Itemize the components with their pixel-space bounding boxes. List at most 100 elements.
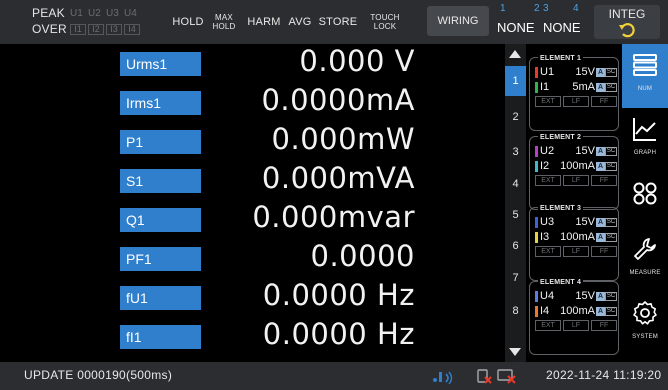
element-4-box[interactable]: ELEMENT 4 U4 15V A SC I4 100mA A SC EXT …: [529, 279, 619, 355]
sc-badge: SC: [605, 147, 617, 156]
measurement-list: Urms1 0.000 V Irms1 0.0000mA P1 0.000mW …: [0, 44, 505, 362]
element-current-row: I2 100mA A SC: [535, 160, 617, 173]
scroll-down-arrow-icon[interactable]: [509, 348, 521, 356]
measurement-row: S1 0.000mVA: [0, 161, 505, 201]
current-name: I1: [540, 81, 550, 93]
harm-button[interactable]: HARM: [246, 5, 282, 39]
nav-graph[interactable]: GRAPH: [622, 108, 668, 172]
measurement-label[interactable]: PF1: [120, 247, 201, 271]
measurement-value: 0.0000mA: [261, 83, 415, 117]
current-color-bar: [535, 232, 538, 243]
avg-button[interactable]: AVG: [286, 5, 314, 39]
sc-badge: SC: [605, 218, 617, 227]
measurement-value: 0.000 V: [299, 44, 415, 78]
network-icon: [433, 371, 453, 384]
wiring-number-2: 2: [534, 3, 540, 14]
page-button-8[interactable]: 8: [505, 296, 526, 326]
voltage-range: 15V: [575, 145, 595, 157]
over-channel-i4: I4: [124, 23, 140, 35]
voltage-color-bar: [535, 291, 538, 302]
measurement-label[interactable]: Irms1: [120, 91, 201, 115]
sc-badge: SC: [605, 307, 617, 316]
peak-channel-u1: U1: [70, 7, 83, 19]
max-hold-button[interactable]: MAX HOLD: [210, 5, 238, 39]
page-button-3[interactable]: 3: [505, 137, 526, 167]
current-color-bar: [535, 306, 538, 317]
nav-measure-label: MEASURE: [629, 270, 661, 276]
ff-badge: FF: [591, 175, 617, 186]
store-button[interactable]: STORE: [318, 5, 358, 39]
element-title: ELEMENT 2: [538, 134, 584, 141]
display-error-icon: [497, 369, 516, 384]
max-hold-line1: MAX: [215, 13, 233, 22]
peak-label: PEAK: [32, 6, 65, 20]
measurement-label[interactable]: Q1: [120, 208, 201, 232]
lf-badge: LF: [563, 320, 589, 331]
page-button-6[interactable]: 6: [505, 231, 526, 261]
element-current-row: I1 5mA A SC: [535, 81, 617, 94]
measurement-label[interactable]: fU1: [120, 286, 201, 310]
element-voltage-row: U1 15V A SC: [535, 66, 617, 79]
peak-channel-u4: U4: [124, 7, 137, 19]
element-voltage-row: U4 15V A SC: [535, 290, 617, 303]
auto-range-badge: A: [596, 162, 605, 171]
measurement-row: Urms1 0.000 V: [0, 44, 505, 84]
element-current-row: I4 100mA A SC: [535, 305, 617, 318]
element-3-box[interactable]: ELEMENT 3 U3 15V A SC I3 100mA A SC EXT …: [529, 205, 619, 281]
integ-label: INTEG: [608, 7, 646, 21]
measurement-value: 0.000mvar: [252, 200, 415, 234]
peak-channel-u2: U2: [88, 7, 101, 19]
hold-button[interactable]: HOLD: [172, 5, 204, 39]
line-graph-icon: [633, 118, 656, 141]
peak-over-indicator: PEAK U1 U2 U3 U4 OVER I1 I2 I3 I4: [32, 5, 147, 39]
wiring-button[interactable]: WIRING: [427, 6, 489, 36]
nav-system[interactable]: SYSTEM: [622, 292, 668, 356]
avg-button-label: AVG: [288, 16, 312, 28]
measurement-label[interactable]: P1: [120, 130, 201, 154]
auto-range-badge: A: [596, 68, 605, 77]
current-color-bar: [535, 82, 538, 93]
measurement-row: Q1 0.000mvar: [0, 200, 505, 240]
over-label: OVER: [32, 22, 67, 36]
integ-button[interactable]: INTEG: [594, 5, 660, 39]
measurement-row: Irms1 0.0000mA: [0, 83, 505, 123]
wiring-button-label: WIRING: [437, 15, 479, 27]
scroll-up-arrow-icon[interactable]: [509, 50, 521, 58]
reset-arrow-icon: [619, 23, 635, 38]
auto-range-badge: A: [596, 147, 605, 156]
four-circles-icon: [633, 182, 657, 205]
voltage-range: 15V: [575, 216, 595, 228]
page-button-7[interactable]: 7: [505, 263, 526, 293]
measurement-row: fU1 0.0000 Hz: [0, 278, 505, 318]
page-selector: 1 2 3 4 5 6 7 8: [505, 44, 526, 362]
voltage-range: 15V: [575, 290, 595, 302]
touch-lock-button[interactable]: TOUCH LOCK: [368, 5, 402, 39]
nav-measure[interactable]: MEASURE: [622, 228, 668, 292]
measurement-label[interactable]: fI1: [120, 325, 201, 349]
element-title: ELEMENT 4: [538, 279, 584, 286]
page-button-5[interactable]: 5: [505, 200, 526, 230]
store-button-label: STORE: [318, 16, 358, 28]
nav-num[interactable]: NUM: [622, 44, 668, 108]
date-time: 2022-11-24 11:19:20: [546, 368, 662, 382]
ff-badge: FF: [591, 320, 617, 331]
ff-badge: FF: [591, 246, 617, 257]
filter-badges: EXT LF FF: [535, 246, 617, 257]
nav-multi[interactable]: [622, 172, 668, 236]
element-voltage-row: U3 15V A SC: [535, 216, 617, 229]
ext-badge: EXT: [535, 246, 561, 257]
element-2-box[interactable]: ELEMENT 2 U2 15V A SC I2 100mA A SC EXT …: [529, 134, 619, 210]
gear-icon: [633, 301, 657, 325]
harm-button-label: HARM: [247, 16, 281, 28]
page-button-1[interactable]: 1: [505, 66, 526, 96]
element-1-box[interactable]: ELEMENT 1 U1 15V A SC I1 5mA A SC EXT LF…: [529, 55, 619, 131]
wiring-number-4: 4: [573, 3, 579, 14]
page-button-2[interactable]: 2: [505, 102, 526, 132]
measurement-label[interactable]: S1: [120, 169, 201, 193]
wrench-icon: [634, 238, 656, 260]
ext-badge: EXT: [535, 320, 561, 331]
element-panel: ELEMENT 1 U1 15V A SC I1 5mA A SC EXT LF…: [526, 44, 622, 362]
measurement-label[interactable]: Urms1: [120, 52, 201, 76]
page-button-4[interactable]: 4: [505, 169, 526, 199]
peak-channel-u3: U3: [106, 7, 119, 19]
